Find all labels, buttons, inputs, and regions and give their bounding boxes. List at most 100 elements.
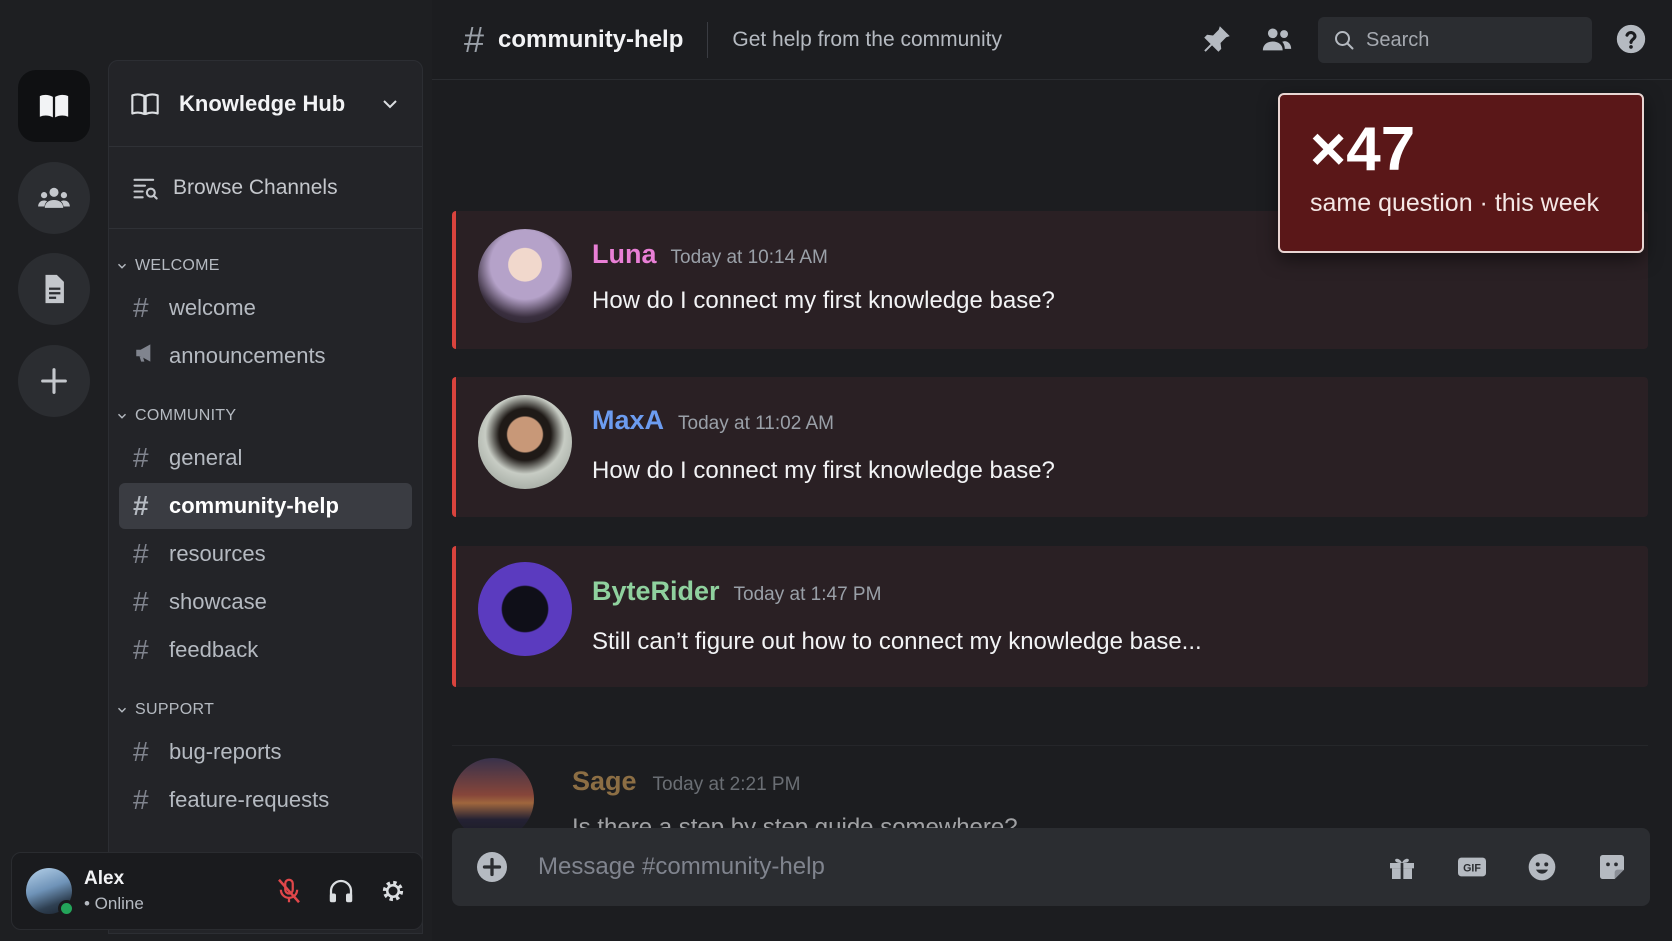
channel-label: feedback (169, 637, 259, 662)
browse-channels-label: Browse Channels (173, 175, 338, 199)
channel-resources[interactable]: # resources (119, 531, 412, 577)
search-icon (1335, 31, 1354, 50)
gif-icon[interactable]: GIF (1456, 851, 1488, 883)
avatar[interactable] (26, 868, 75, 917)
search-box[interactable] (1318, 17, 1592, 63)
user-controls (274, 876, 408, 906)
user-panel: Alex • Online (11, 852, 423, 930)
channel-label: community-help (169, 493, 339, 518)
hash-icon: # (133, 736, 149, 767)
message-text: How do I connect my first knowledge base… (592, 457, 1055, 484)
server-name: Knowledge Hub (179, 90, 346, 116)
microphone-muted-icon[interactable] (274, 876, 304, 906)
gif-label: GIF (1463, 862, 1481, 874)
channel-label: general (169, 445, 243, 470)
channel-feedback[interactable]: # feedback (119, 627, 412, 673)
channel-bug-reports[interactable]: # bug-reports (119, 729, 412, 775)
emoji-icon[interactable] (1526, 851, 1558, 883)
channel-topic: Get help from the community (732, 27, 1002, 51)
composer-tools: GIF (1386, 851, 1628, 883)
plus-icon (41, 368, 67, 394)
user-info[interactable]: Alex • Online (84, 868, 274, 914)
chevron-down-icon[interactable] (378, 92, 402, 116)
hash-icon: # (464, 18, 485, 60)
hash-icon: # (133, 292, 149, 323)
sticker-icon[interactable] (1596, 851, 1628, 883)
header-divider (707, 21, 709, 58)
hash-icon: # (133, 586, 149, 617)
chevron-down-icon (118, 413, 126, 419)
avatar[interactable] (452, 758, 534, 837)
hash-icon: # (133, 490, 149, 521)
server-docs[interactable] (18, 253, 90, 325)
server-people[interactable] (18, 162, 90, 234)
channel-community-help[interactable]: # community-help (119, 483, 412, 529)
message-item[interactable]: Sage Today at 2:21 PM Is there a step by… (452, 745, 1648, 837)
message-author[interactable]: MaxA (592, 405, 664, 436)
duplicate-count: ×47 (1310, 115, 1416, 184)
avatar[interactable] (478, 229, 572, 323)
message-timestamp: Today at 1:47 PM (733, 584, 882, 605)
message-text: How do I connect my first knowledge base… (592, 287, 1055, 314)
channel-announcements[interactable]: announcements (119, 333, 412, 379)
channel-title: community-help (498, 25, 684, 53)
message-author[interactable]: Luna (592, 239, 657, 270)
message-text: Still can’t figure out how to connect my… (592, 628, 1202, 655)
online-status-dot (58, 900, 75, 917)
channel-feature-requests[interactable]: # feature-requests (119, 777, 412, 823)
channel-label: showcase (169, 589, 267, 614)
hash-icon: # (133, 442, 149, 473)
message-timestamp: Today at 10:14 AM (670, 247, 828, 268)
channel-general[interactable]: # general (119, 435, 412, 481)
category-label: COMMUNITY (135, 407, 237, 424)
chevron-down-icon (118, 263, 126, 269)
help-button[interactable] (1614, 22, 1648, 61)
channel-label: resources (169, 541, 266, 566)
user-status: • Online (84, 894, 144, 913)
chat-area: # community-help Get help from the commu… (432, 0, 1672, 941)
category-community[interactable]: COMMUNITY (109, 399, 422, 433)
category-support[interactable]: SUPPORT (109, 693, 422, 727)
book-outline-icon (131, 92, 159, 115)
hash-icon: # (133, 784, 149, 815)
message-input[interactable] (538, 853, 1386, 881)
headphones-icon[interactable] (326, 876, 356, 906)
help-icon (1616, 24, 1646, 54)
message-header: Luna Today at 10:14 AM (592, 239, 828, 270)
channel-welcome[interactable]: # welcome (119, 285, 412, 331)
add-attachment-icon[interactable] (474, 849, 510, 885)
user-name: Alex (84, 868, 125, 889)
duplicate-question-counter: ×47 same question · this week (1278, 93, 1644, 253)
category-welcome[interactable]: WELCOME (109, 249, 422, 283)
chevron-down-icon (118, 707, 126, 713)
channel-label: announcements (169, 343, 326, 368)
category-label: WELCOME (135, 257, 220, 274)
gift-icon[interactable] (1386, 851, 1418, 883)
channel-label: feature-requests (169, 787, 330, 812)
avatar[interactable] (478, 395, 572, 489)
member-list-button[interactable] (1260, 22, 1294, 61)
message-item[interactable]: ByteRider Today at 1:47 PM Still can’t f… (452, 546, 1648, 687)
duplicate-count-caption: same question · this week (1310, 189, 1600, 217)
channel-list: WELCOME # welcome announcements COMMUNIT… (109, 229, 422, 823)
pinned-messages-button[interactable] (1200, 22, 1234, 61)
avatar[interactable] (478, 562, 572, 656)
message-item[interactable]: MaxA Today at 11:02 AM How do I connect … (452, 377, 1648, 517)
channel-sidebar: Knowledge Hub Browse Channels WELCOME # … (108, 60, 423, 934)
message-author[interactable]: Sage (572, 766, 637, 797)
server-header[interactable]: Knowledge Hub (109, 61, 422, 147)
server-knowledge-hub[interactable] (18, 70, 90, 142)
message-composer: GIF (452, 828, 1650, 906)
channel-showcase[interactable]: # showcase (119, 579, 412, 625)
people-icon (38, 187, 70, 208)
settings-gear-icon[interactable] (378, 876, 408, 906)
members-icon (1262, 28, 1292, 51)
message-header: ByteRider Today at 1:47 PM (592, 576, 881, 607)
browse-channels-button[interactable]: Browse Channels (109, 147, 422, 229)
add-server-button[interactable] (18, 345, 90, 417)
pin-icon (1204, 26, 1230, 52)
channel-label: welcome (169, 295, 256, 320)
search-input[interactable] (1366, 28, 1566, 52)
message-author[interactable]: ByteRider (592, 576, 720, 607)
document-icon (45, 274, 64, 304)
